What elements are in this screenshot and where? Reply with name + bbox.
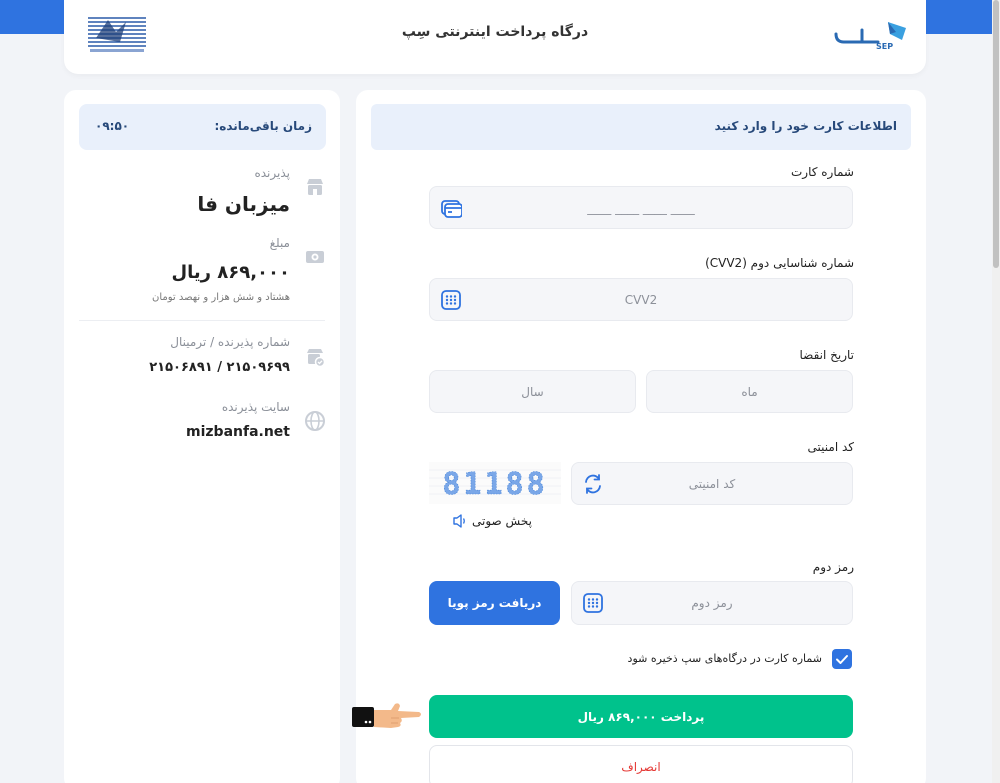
keypad-icon[interactable] xyxy=(582,592,604,614)
cvv2-placeholder: CVV2 xyxy=(624,292,658,307)
timer-label: زمان باقی‌مانده: xyxy=(214,119,312,133)
captcha-input[interactable]: کد امنیتی xyxy=(571,462,853,505)
divider xyxy=(79,320,325,321)
card-number-label: شماره کارت xyxy=(790,165,854,179)
pin-input[interactable]: رمز دوم xyxy=(571,581,853,625)
timer-value: ۰۹:۵۰ xyxy=(95,119,130,133)
amount-words: هشتاد و شش هزار و نهصد تومان xyxy=(152,292,290,303)
scrollbar-thumb[interactable] xyxy=(993,0,999,268)
terminal-value: ۲۱۵۰۹۶۹۹ / ۲۱۵۰۶۸۹۱ xyxy=(149,360,290,375)
captcha-placeholder: کد امنیتی xyxy=(688,476,736,491)
expiry-year-placeholder: سال xyxy=(521,384,544,399)
audio-label: پخش صوتی xyxy=(472,514,532,528)
check-icon xyxy=(836,655,848,664)
site-label: سایت پذیرنده xyxy=(221,400,290,414)
pin-placeholder: رمز دوم xyxy=(691,596,733,610)
timer-box: زمان باقی‌مانده: ۰۹:۵۰ xyxy=(79,104,326,150)
expiry-month-input[interactable]: ماه xyxy=(646,370,853,413)
site-value: mizbanfa.net xyxy=(186,424,290,440)
terminal-icon xyxy=(307,349,326,368)
cancel-button[interactable]: انصراف xyxy=(429,745,853,783)
amount-value: ۸۶۹,۰۰۰ ریال xyxy=(171,262,290,283)
expiry-year-input[interactable]: سال xyxy=(429,370,636,413)
terminal-label: شماره پذیرنده / ترمینال xyxy=(170,335,290,349)
audio-captcha-button[interactable]: پخش صوتی xyxy=(452,514,532,528)
save-card-checkbox[interactable] xyxy=(832,649,852,669)
keypad-icon[interactable] xyxy=(440,289,462,311)
globe-icon xyxy=(305,411,325,431)
expiry-label: تاریخ انقضا xyxy=(799,348,855,362)
scrollbar[interactable] xyxy=(992,0,1000,783)
expiry-month-placeholder: ماه xyxy=(741,384,758,399)
merchant-label: پذیرنده xyxy=(254,166,290,180)
merchant-name: میزبان فا xyxy=(197,192,290,216)
otp-request-button[interactable]: دریافت رمز پویا xyxy=(429,581,560,625)
captcha-label: کد امنیتی xyxy=(807,440,854,454)
cvv2-label: شماره شناسایی دوم (CVV2) xyxy=(705,256,854,270)
captcha-code: 81188 xyxy=(442,467,547,502)
card-number-placeholder: ____ ____ ____ ____ xyxy=(587,200,695,215)
form-header: اطلاعات کارت خود را وارد کنید xyxy=(371,104,911,150)
speaker-icon xyxy=(453,514,465,528)
save-card-label: شماره کارت در درگاه‌های سپ ذخیره شود xyxy=(627,652,822,665)
refresh-icon[interactable] xyxy=(582,473,604,495)
merchant-info-card: زمان باقی‌مانده: ۰۹:۵۰ پذیرنده میزبان فا… xyxy=(64,90,340,783)
header: درگاه پرداخت اینترنتی سِپ SEP xyxy=(64,0,926,74)
amount-label: مبلغ xyxy=(269,236,290,250)
credit-card-icon[interactable] xyxy=(440,197,462,219)
payment-form-card: اطلاعات کارت خود را وارد کنید شماره کارت… xyxy=(356,90,926,783)
sep-logo: SEP xyxy=(834,22,906,50)
cash-icon xyxy=(306,251,324,263)
store-icon xyxy=(307,179,323,195)
card-number-input[interactable]: ____ ____ ____ ____ xyxy=(429,186,853,229)
pay-button[interactable]: پرداخت ۸۶۹,۰۰۰ ریال xyxy=(429,695,853,738)
pin-label: رمز دوم xyxy=(812,560,854,574)
cvv2-input[interactable]: CVV2 xyxy=(429,278,853,321)
captcha-image: 81188 xyxy=(429,462,561,504)
pointing-hand-icon xyxy=(352,703,421,728)
form-header-text: اطلاعات کارت خود را وارد کنید xyxy=(714,119,897,133)
page-title: درگاه پرداخت اینترنتی سِپ xyxy=(401,24,589,40)
sep-logo-text: SEP xyxy=(876,42,893,50)
